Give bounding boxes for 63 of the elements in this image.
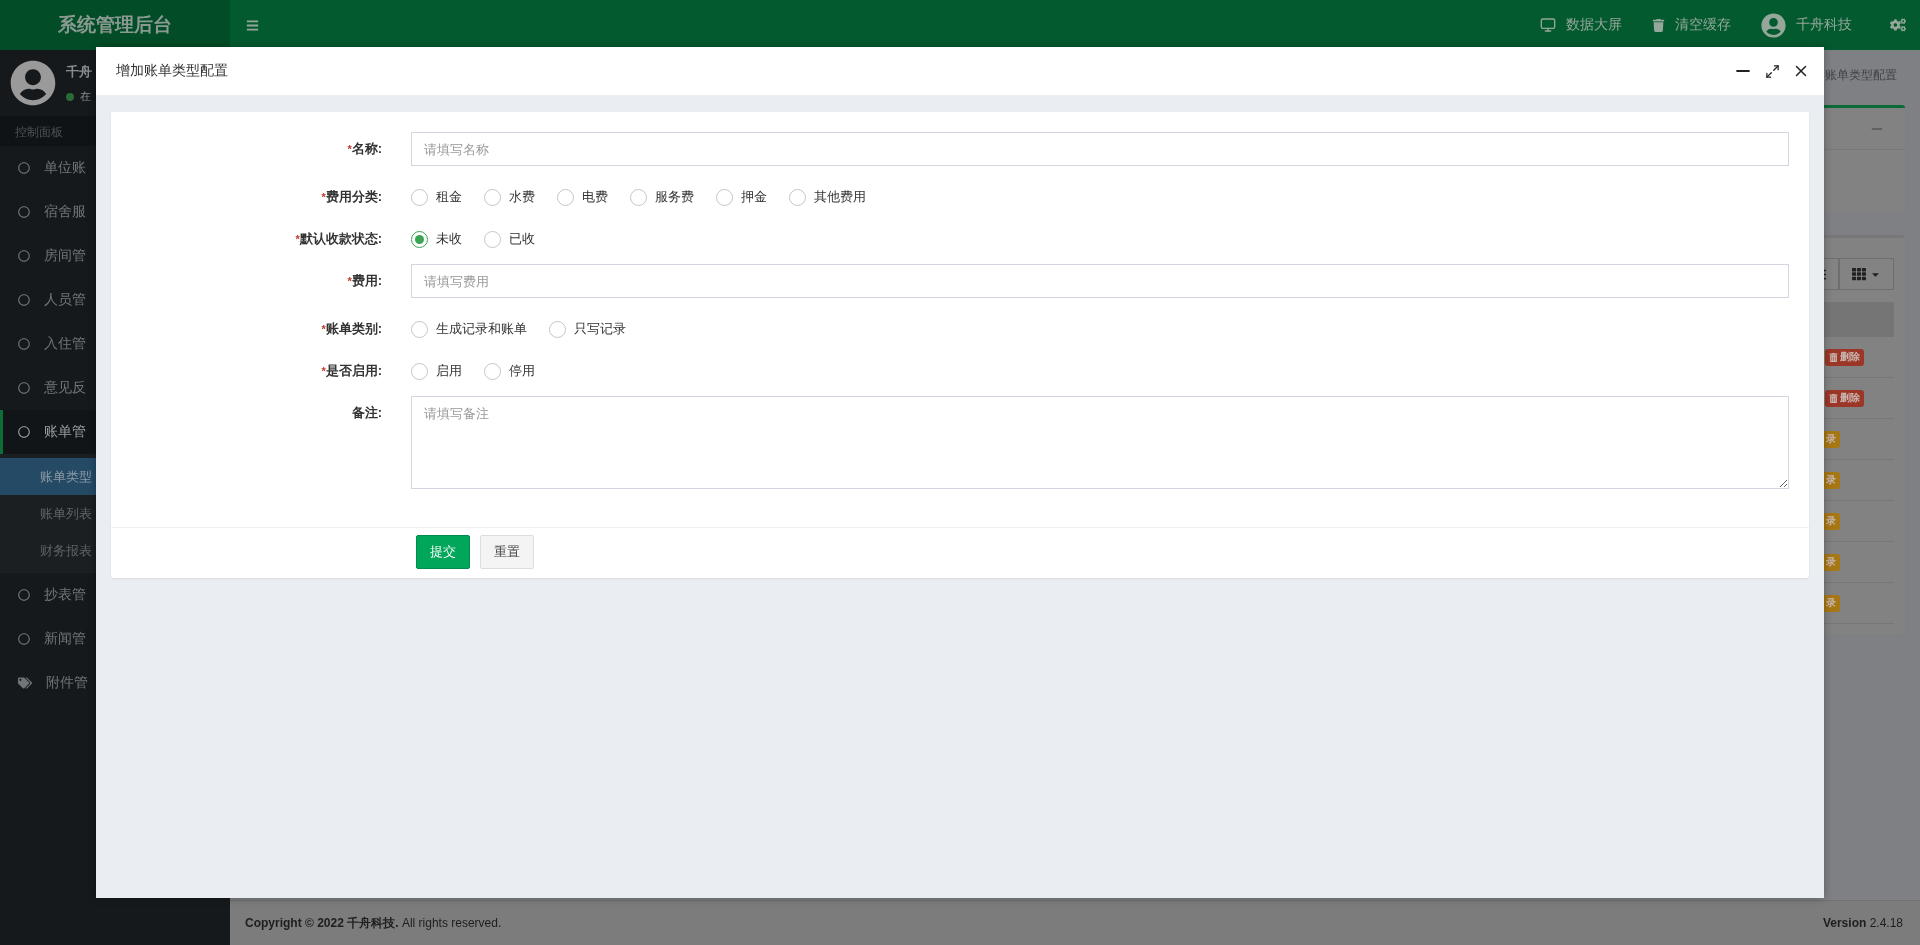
required-mark: * xyxy=(295,233,300,245)
input-field[interactable]: 请填写费用 xyxy=(411,264,1789,298)
header-link[interactable]: 数据大屏 xyxy=(1540,16,1622,34)
sidebar-item[interactable]: 宿舍服 xyxy=(0,190,230,234)
radio-label[interactable]: 服务费 xyxy=(655,188,694,206)
field-label: 默认收款状态: xyxy=(299,231,382,246)
user-status: 在 xyxy=(80,89,91,104)
app-logo[interactable]: 系统管理后台 xyxy=(0,0,230,50)
sidebar-item[interactable]: 人员管 xyxy=(0,278,230,322)
maximize-icon[interactable] xyxy=(1765,63,1780,79)
columns-dropdown[interactable] xyxy=(1839,258,1894,290)
radio-label[interactable]: 已收 xyxy=(509,230,535,248)
sidebar-item[interactable]: 意见反 xyxy=(0,366,230,410)
trash-icon xyxy=(1652,18,1665,32)
radio-label[interactable]: 水费 xyxy=(509,188,535,206)
sidebar-item[interactable]: 抄表管 xyxy=(0,573,230,617)
required-mark: * xyxy=(347,275,352,287)
avatar-icon xyxy=(1761,12,1786,38)
version-text: Version 2.4.18 xyxy=(1822,916,1903,930)
required-mark: * xyxy=(321,365,326,377)
header-link[interactable]: 清空缓存 xyxy=(1652,16,1731,34)
radio-label[interactable]: 只写记录 xyxy=(574,320,626,338)
required-mark: * xyxy=(321,191,326,203)
required-mark: * xyxy=(347,143,352,155)
radio-label[interactable]: 生成记录和账单 xyxy=(436,320,527,338)
input-field[interactable]: 请填写名称 xyxy=(411,132,1789,166)
status-dot xyxy=(66,92,74,101)
sidebar-item[interactable]: 房间管 xyxy=(0,234,230,278)
sidebar-item[interactable]: 入住管 xyxy=(0,322,230,366)
monitor-icon xyxy=(1540,17,1556,33)
radio-label[interactable]: 未收 xyxy=(436,230,462,248)
grid-icon xyxy=(1852,267,1866,281)
user-name: 千舟 xyxy=(66,63,92,81)
trash-icon xyxy=(1829,393,1838,403)
radio-label[interactable]: 电费 xyxy=(582,188,608,206)
modal-title: 增加账单类型配置 xyxy=(116,62,229,80)
field-label: 账单类别: xyxy=(325,321,382,336)
field-label: 备注: xyxy=(351,405,382,420)
user-menu[interactable]: 千舟科技 xyxy=(1761,12,1852,38)
radio-label[interactable]: 停用 xyxy=(509,362,535,380)
field-label: 是否启用: xyxy=(325,363,382,378)
avatar-icon xyxy=(10,60,56,106)
radio-label[interactable]: 启用 xyxy=(436,362,462,380)
delete-button[interactable]: 删除 xyxy=(1825,389,1864,407)
trash-icon xyxy=(1829,352,1838,362)
radio-label[interactable]: 租金 xyxy=(436,188,462,206)
field-label: 名称: xyxy=(351,141,382,156)
settings-icon[interactable] xyxy=(1890,17,1906,33)
field-label: 费用: xyxy=(351,273,382,288)
sidebar-item[interactable]: 新闻管 xyxy=(0,617,230,661)
textarea-field[interactable]: 请填写备注 xyxy=(411,396,1789,489)
radio-label[interactable]: 押金 xyxy=(741,188,767,206)
field-label: 费用分类: xyxy=(325,189,382,204)
radio-label[interactable]: 其他费用 xyxy=(814,188,866,206)
submit-button[interactable]: 提交 xyxy=(416,535,470,569)
tag-icon xyxy=(18,676,32,690)
menu-icon[interactable] xyxy=(246,18,259,32)
sidebar-item[interactable]: 单位账 xyxy=(0,146,230,190)
required-mark: * xyxy=(321,323,326,335)
reset-button[interactable]: 重置 xyxy=(480,535,534,569)
delete-button[interactable]: 删除 xyxy=(1825,348,1864,366)
copyright-text: Copyright © 2022 千舟科技. All rights reserved. xyxy=(245,914,502,932)
sidebar-item[interactable]: 附件管 xyxy=(0,661,230,705)
